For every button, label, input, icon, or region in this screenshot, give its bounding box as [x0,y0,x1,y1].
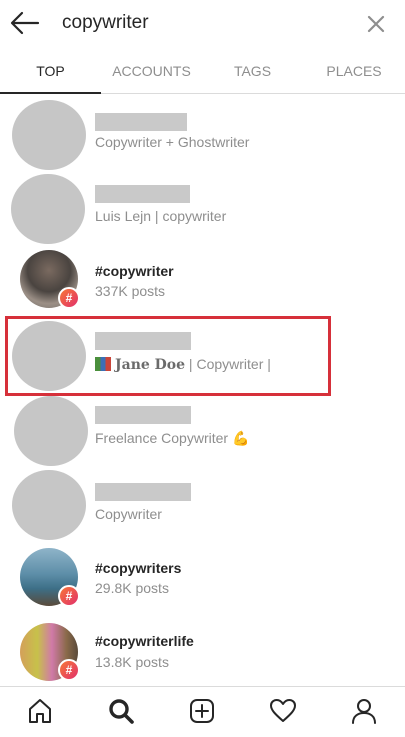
profile-icon[interactable] [350,697,378,725]
result-hashtag[interactable]: # #copywriter 337K posts [0,250,405,324]
redacted-username [95,185,190,203]
hashtag-badge-icon: # [58,287,80,309]
post-count: 29.8K posts [95,580,169,596]
result-account[interactable]: Copywriter + Ghostwriter [0,100,405,174]
avatar [11,174,85,244]
clear-search-icon[interactable] [364,12,388,36]
heart-icon[interactable] [269,697,297,725]
result-account[interactable]: Copywriter [0,470,405,544]
hashtag-name: #copywriterlife [95,633,194,649]
result-account[interactable]: Luis Lejn | copywriter [0,174,405,248]
result-subtitle: Freelance Copywriter 💪 [95,430,249,447]
result-subtitle: Copywriter [95,506,162,522]
redacted-username [95,113,187,131]
redacted-username [95,483,191,501]
redacted-username [95,406,191,424]
flexed-biceps-emoji-icon: 💪 [231,430,250,446]
back-arrow-icon[interactable] [10,10,40,36]
search-input[interactable] [62,12,342,34]
result-account[interactable]: Freelance Copywriter 💪 [0,396,405,470]
home-icon[interactable] [26,697,54,725]
avatar [12,100,86,170]
avatar [12,470,86,540]
hashtag-name: #copywriter [95,263,174,279]
hashtag-name: #copywriters [95,560,182,576]
post-count: 13.8K posts [95,654,169,670]
hashtag-badge-icon: # [58,585,80,607]
post-count: 337K posts [95,283,166,299]
result-hashtag[interactable]: # #copywriters 29.8K posts [0,548,405,622]
result-subtitle: Luis Lejn | copywriter [95,208,227,224]
add-post-icon[interactable] [188,697,216,725]
tab-top[interactable]: TOP [0,48,101,94]
bottom-nav [0,686,405,737]
hashtag-badge-icon: # [58,659,80,681]
search-tabs: TOP ACCOUNTS TAGS PLACES [0,48,405,94]
avatar [14,396,88,466]
tab-accounts[interactable]: ACCOUNTS [101,48,202,94]
tab-tags[interactable]: TAGS [202,48,303,94]
tab-places[interactable]: PLACES [303,48,405,94]
subtitle-text: Freelance Copywriter [95,430,229,446]
highlight-box [5,316,331,396]
search-header [0,0,405,48]
search-icon[interactable] [107,697,135,725]
result-subtitle: Copywriter + Ghostwriter [95,134,250,150]
